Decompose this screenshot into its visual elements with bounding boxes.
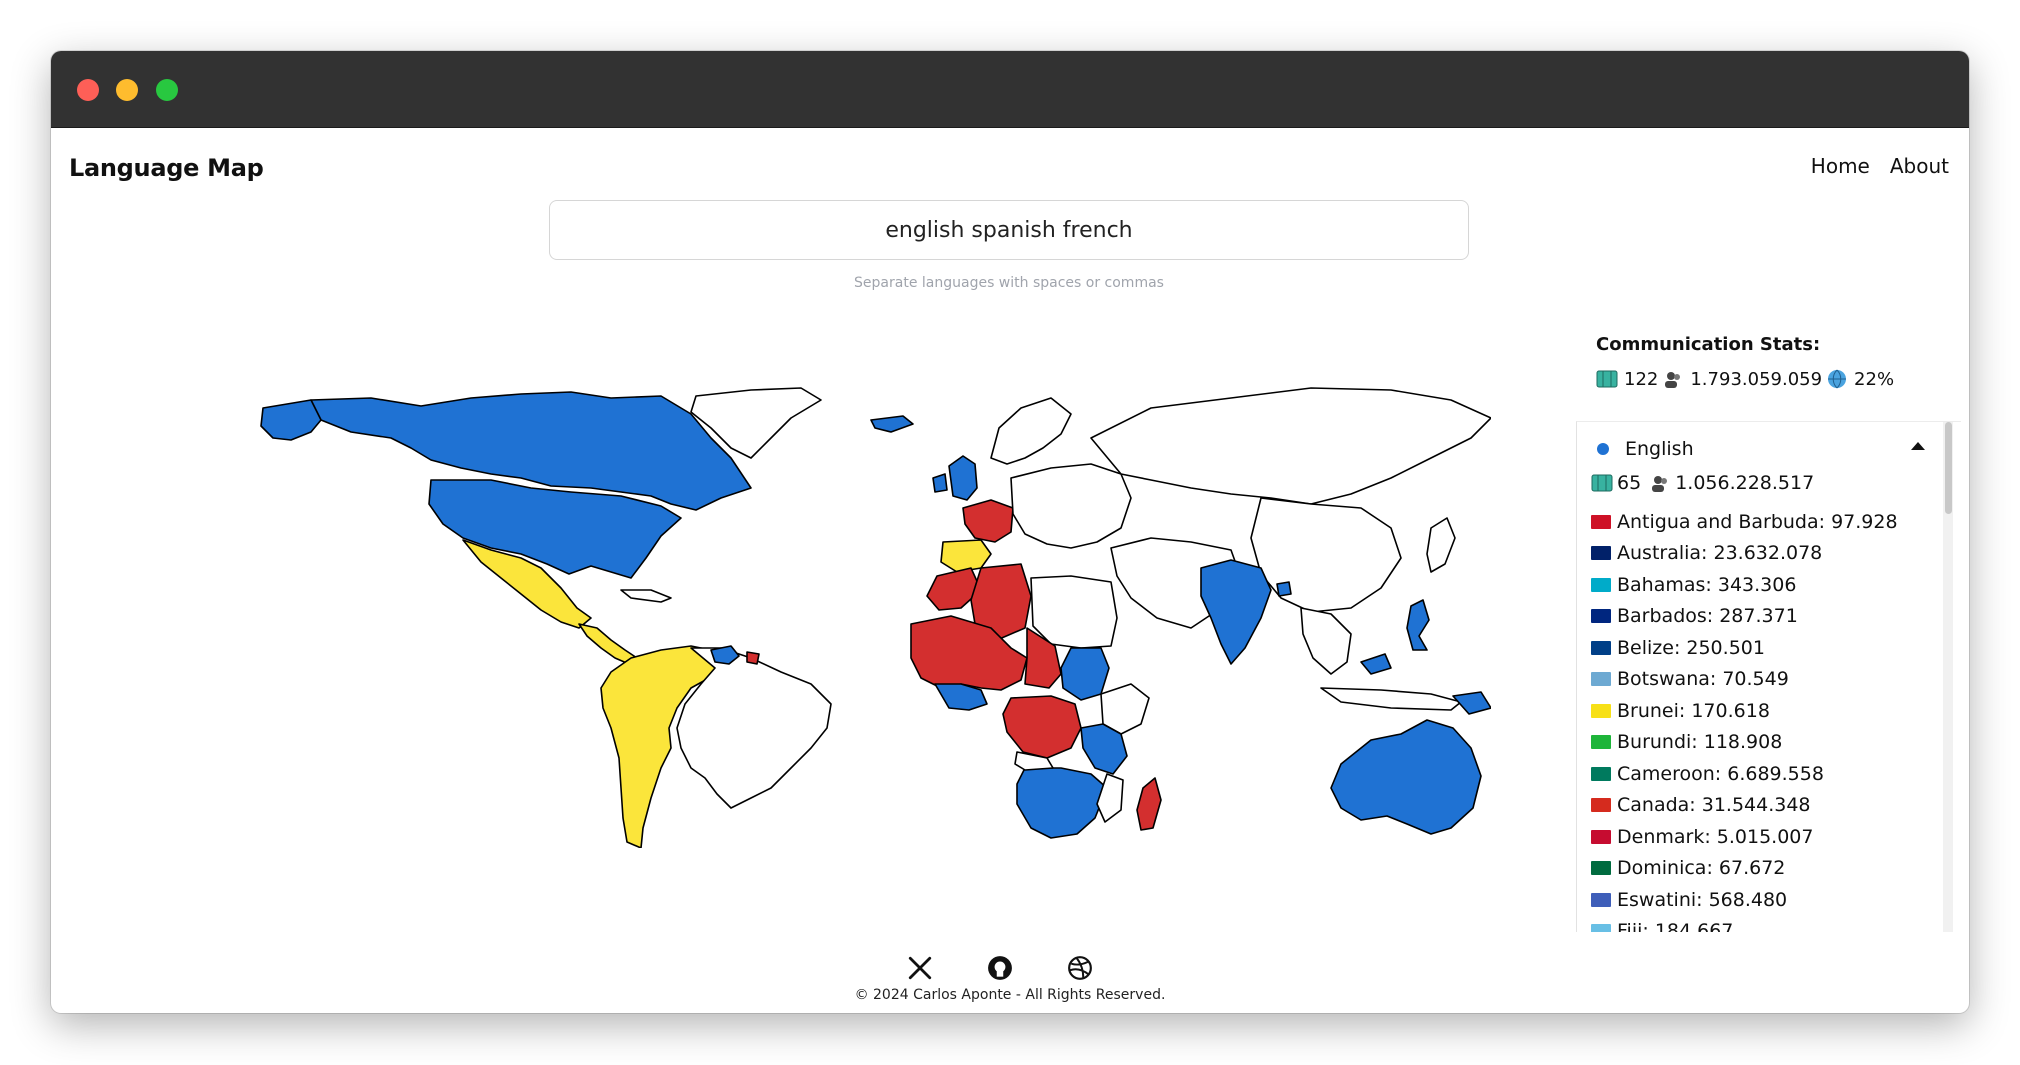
list-item[interactable]: Bahamas: 343.306 [1591, 569, 1898, 601]
language-summary: 65 1.056.228.517 [1591, 472, 1814, 494]
uk[interactable] [948, 455, 978, 501]
language-panel: English 65 1.056.228.517 Antigua and Bar… [1576, 421, 1961, 932]
page-content: Language Map Home About Separate languag… [51, 128, 1969, 1013]
flag-icon [1591, 514, 1611, 529]
stats-percent: 22% [1854, 368, 1895, 390]
top-nav: Home About [1811, 154, 1949, 178]
india[interactable] [1200, 559, 1272, 665]
site-logo[interactable]: Language Map [69, 154, 264, 182]
minimize-window-button[interactable] [116, 79, 138, 101]
x-icon[interactable] [906, 954, 934, 982]
world-map-svg[interactable] [191, 328, 1534, 857]
iceland[interactable] [870, 415, 914, 433]
close-window-button[interactable] [77, 79, 99, 101]
southern-africa[interactable] [1016, 767, 1108, 839]
list-item[interactable]: Brunei: 170.618 [1591, 695, 1898, 727]
stats-population: 1.793.059.059 [1690, 368, 1823, 390]
people-icon [1665, 372, 1681, 388]
language-header[interactable]: English [1597, 438, 1694, 460]
flag-icon [1591, 546, 1611, 561]
flag-icon [1591, 924, 1611, 932]
list-item[interactable]: Barbados: 287.371 [1591, 601, 1898, 633]
usa-alaska[interactable] [260, 399, 322, 441]
flag-icon [1591, 892, 1611, 907]
list-item[interactable]: Australia: 23.632.078 [1591, 538, 1898, 570]
map-icon [1591, 474, 1613, 492]
list-item[interactable]: Fiji: 184.667 [1591, 916, 1898, 932]
china[interactable] [1250, 497, 1402, 613]
list-item[interactable]: Canada: 31.544.348 [1591, 790, 1898, 822]
list-item[interactable]: Eswatini: 568.480 [1591, 884, 1898, 916]
collapse-caret-icon[interactable] [1911, 442, 1925, 450]
indonesia[interactable] [1320, 687, 1462, 711]
stats-countries: 122 [1624, 368, 1659, 390]
globe-icon [1828, 369, 1847, 389]
sudan[interactable] [1060, 647, 1110, 701]
central-america[interactable] [578, 623, 638, 665]
flag-icon [1591, 577, 1611, 592]
french-guiana[interactable] [746, 651, 760, 665]
list-item[interactable]: Antigua and Barbuda: 97.928 [1591, 506, 1898, 538]
list-item[interactable]: Dominica: 67.672 [1591, 853, 1898, 885]
list-item[interactable]: Botswana: 70.549 [1591, 664, 1898, 696]
language-search-input[interactable] [549, 200, 1469, 260]
list-item[interactable]: Denmark: 5.015.007 [1591, 821, 1898, 853]
libya-egypt[interactable] [1030, 575, 1118, 649]
map-icon [1596, 370, 1618, 388]
nav-home-link[interactable]: Home [1811, 154, 1870, 178]
bangladesh[interactable] [1276, 581, 1292, 597]
language-name: English [1625, 438, 1694, 460]
title-bar [51, 51, 1969, 128]
scandinavia[interactable] [990, 397, 1072, 465]
stats-title: Communication Stats: [1596, 334, 1821, 355]
world-map[interactable] [191, 328, 1534, 857]
social-links [906, 954, 1094, 982]
list-item[interactable]: Cameroon: 6.689.558 [1591, 758, 1898, 790]
flag-icon [1591, 861, 1611, 876]
country-list: Antigua and Barbuda: 97.928 Australia: 2… [1591, 506, 1898, 932]
copyright-text: © 2024 Carlos Aponte - All Rights Reserv… [854, 987, 1166, 1003]
flag-icon [1591, 766, 1611, 781]
mozambique[interactable] [1096, 773, 1124, 823]
browser-window: Language Map Home About Separate languag… [51, 51, 1969, 1013]
central-africa-french[interactable] [1002, 695, 1082, 759]
flag-icon [1591, 672, 1611, 687]
people-icon [1652, 476, 1668, 492]
flag-icon [1591, 703, 1611, 718]
github-icon[interactable] [986, 954, 1014, 982]
philippines[interactable] [1406, 599, 1430, 651]
ireland[interactable] [932, 473, 948, 493]
southeast-asia[interactable] [1300, 607, 1352, 675]
stats-summary: 122 1.793.059.059 22% [1596, 368, 1894, 390]
flag-icon [1591, 829, 1611, 844]
france[interactable] [962, 499, 1014, 543]
dribbble-icon[interactable] [1066, 954, 1094, 982]
flag-icon [1591, 609, 1611, 624]
language-color-dot [1597, 443, 1609, 455]
nav-about-link[interactable]: About [1890, 154, 1949, 178]
cuba[interactable] [620, 589, 672, 603]
malaysia[interactable] [1360, 653, 1392, 675]
list-item[interactable]: Belize: 250.501 [1591, 632, 1898, 664]
madagascar[interactable] [1136, 777, 1162, 831]
scrollbar-thumb[interactable] [1945, 422, 1952, 514]
japan[interactable] [1426, 517, 1456, 573]
flag-icon [1591, 798, 1611, 813]
flag-icon [1591, 735, 1611, 750]
language-search [549, 200, 1469, 260]
maximize-window-button[interactable] [156, 79, 178, 101]
language-countries: 65 [1617, 472, 1642, 494]
search-hint: Separate languages with spaces or commas [854, 275, 1164, 291]
flag-icon [1591, 640, 1611, 655]
papua-new-guinea[interactable] [1452, 691, 1492, 715]
language-population: 1.056.228.517 [1675, 472, 1815, 494]
europe-east[interactable] [1010, 463, 1132, 549]
list-item[interactable]: Burundi: 118.908 [1591, 727, 1898, 759]
australia[interactable] [1330, 719, 1482, 835]
russia[interactable] [1090, 387, 1492, 505]
